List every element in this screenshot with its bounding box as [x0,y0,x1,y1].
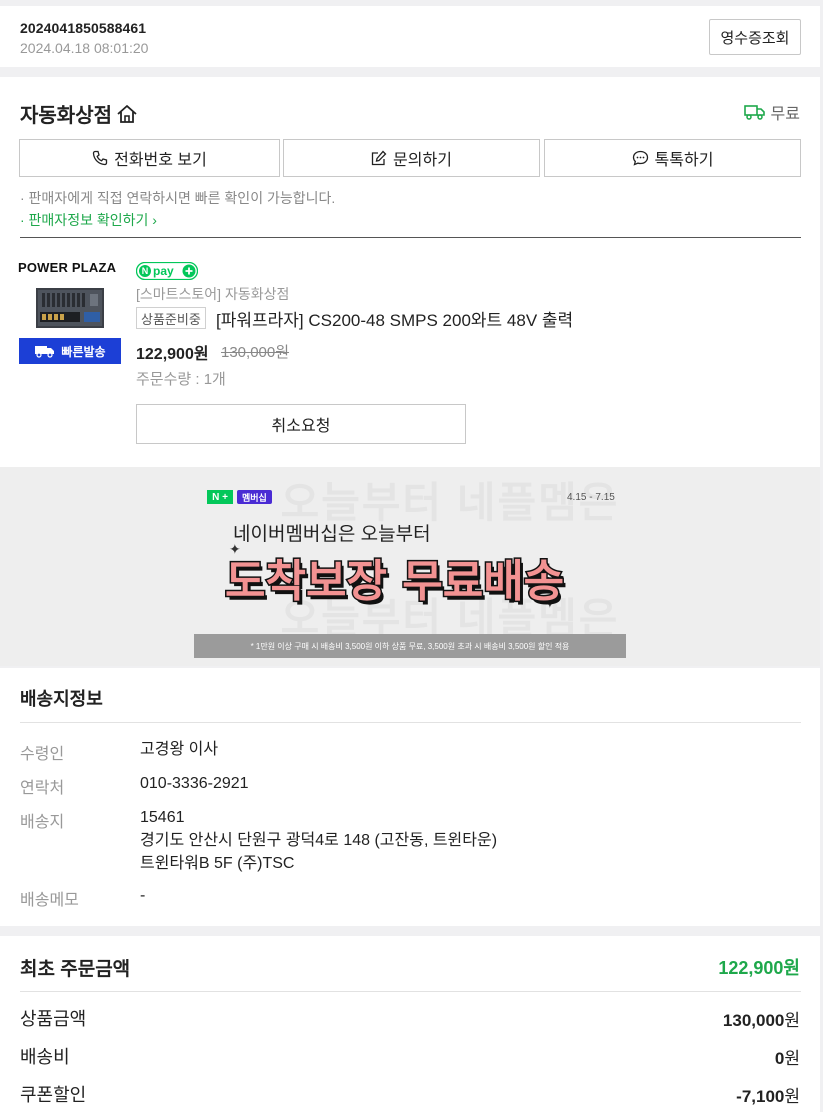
banner-date-range: 4.15 - 7.15 [567,492,615,503]
phone-icon [92,150,108,166]
home-icon [117,104,137,123]
recipient-value: 고경왕 이사 [140,741,219,758]
npay-text: pay [153,264,174,278]
section-divider [20,991,801,992]
order-amount-title: 최초 주문금액 [20,959,131,980]
naver-plus-tag: N + [207,490,233,504]
order-header: 2024041850588461 2024.04.18 08:01:20 영수증… [0,6,820,67]
fast-delivery-label: 빠른발송 [61,344,106,359]
product-name[interactable]: [파워프라자] CS200-48 SMPS 200와트 48V 출력 [216,306,573,331]
fast-delivery-badge: 빠른발송 [19,338,121,364]
section-divider [20,722,801,723]
shipping-fee: 무료 [743,100,800,124]
truck-icon [743,105,765,120]
talktalk-label: 톡톡하기 [654,152,714,169]
product-brand: POWER PLAZA [18,260,117,275]
product-amount-label: 상품금액 [20,1009,87,1029]
memo-label: 배송메모 [20,892,79,909]
product-thumbnail[interactable] [34,284,106,332]
delivery-info-section: 배송지정보 수령인 고경왕 이사 연락처 010-3336-2921 배송지 1… [0,668,820,926]
store-name-link[interactable]: 자동화상점 [20,99,138,128]
banner-footnote: * 1만원 이상 구매 시 배송비 3,500원 이하 상품 무료, 3,500… [194,634,626,658]
order-number: 2024041850588461 [20,20,147,36]
address-line2: 트윈타워B 5F (주)TSC [140,855,295,872]
status-badge: 상품준비중 [136,307,206,329]
section-divider [20,237,801,238]
delivery-truck-icon [35,346,55,358]
seller-section: 자동화상점 무료 전화번호 보기 문의하기 톡톡하기 · 판매자에게 직접 연락… [0,77,820,467]
coupon-discount-label: 쿠폰할인 [20,1085,87,1105]
contact-value: 010-3336-2921 [140,775,249,792]
membership-tag: N + 멤버십 [207,490,272,504]
phone-number-button[interactable]: 전화번호 보기 [19,139,280,177]
cancel-request-button[interactable]: 취소요청 [136,404,466,444]
order-datetime: 2024.04.18 08:01:20 [20,40,149,56]
phone-number-label: 전화번호 보기 [114,152,207,169]
svg-text:N: N [142,266,149,276]
receipt-button[interactable]: 영수증조회 [709,19,801,55]
inquiry-button[interactable]: 문의하기 [283,139,540,177]
npay-logo: N pay [136,262,198,280]
order-amount-total: 122,900원 [718,958,800,978]
store-name: 자동화상점 [20,105,112,127]
shipping-fee-label: 무료 [770,106,800,123]
banner-headline: 도착보장 무료배송 [223,555,565,609]
edit-icon [371,150,387,166]
memo-value: - [140,887,146,904]
contact-notice: · 판매자에게 직접 연락하시면 빠른 확인이 가능합니다. [20,190,336,206]
store-path[interactable]: [스마트스토어] 자동화상점 [136,284,289,304]
talktalk-button[interactable]: 톡톡하기 [544,139,801,177]
product-price: 122,900원 [136,346,209,363]
chat-icon [632,150,648,166]
inquiry-label: 문의하기 [393,152,452,169]
membership-banner[interactable]: 오늘부터 네플멤은 오늘부터 네플멤은 N + 멤버십 4.15 - 7.15 … [0,467,820,666]
address-label: 배송지 [20,814,65,831]
shipping-fee-value: 0원 [774,1049,800,1068]
recipient-label: 수령인 [20,746,65,763]
shipping-fee-label: 배송비 [20,1047,70,1067]
product-amount-value: 130,000원 [722,1011,800,1030]
banner-subtitle: 네이버멤버십은 오늘부터 [233,524,431,545]
address-line1: 경기도 안산시 단원구 광덕4로 148 (고잔동, 트윈타운) [140,832,498,849]
seller-info-link[interactable]: · 판매자정보 확인하기 › [20,210,157,230]
delivery-info-title: 배송지정보 [20,689,103,709]
membership-tag-label: 멤버십 [237,490,272,504]
contact-label: 연락처 [20,780,65,797]
address-zipcode: 15461 [140,809,185,826]
order-amount-section: 최초 주문금액 122,900원 상품금액 130,000원 배송비 0원 쿠폰… [0,936,820,1112]
order-quantity: 주문수량 : 1개 [136,371,226,388]
original-price: 130,000원 [221,344,290,361]
coupon-discount-value: -7,100원 [736,1087,800,1106]
